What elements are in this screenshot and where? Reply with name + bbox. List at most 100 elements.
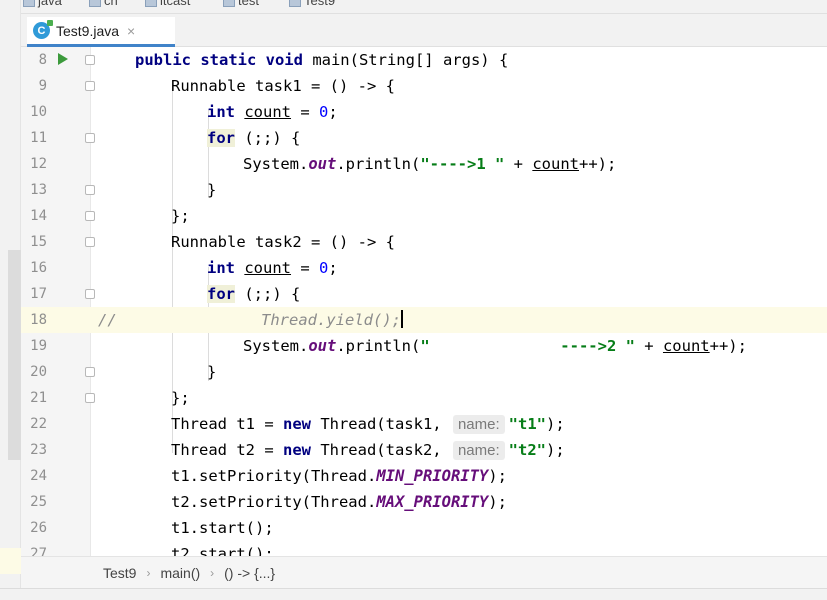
java-class-icon: C [33, 20, 53, 39]
fold-icon[interactable] [85, 55, 95, 65]
nav-crumb-cn[interactable]: cn [89, 0, 118, 8]
close-icon[interactable]: × [127, 23, 135, 39]
code-line: 20 } [21, 359, 827, 385]
code-text: Thread t2 = new Thread(task2, name: "t2")… [171, 441, 565, 460]
line-number: 26 [30, 520, 47, 536]
parameter-hint: name: [452, 441, 505, 460]
code-line: 25 t2.setPriority(Thread.MAX_PRIORITY); [21, 489, 827, 515]
code-line: 23 Thread t2 = new Thread(task2, name: "t… [21, 437, 827, 463]
code-line: 21 }; [21, 385, 827, 411]
folder-icon [89, 0, 101, 7]
code-line: 13 } [21, 177, 827, 203]
nav-crumb-test[interactable]: test [223, 0, 259, 8]
editor-tab-bar: C Test9.java × [21, 14, 827, 47]
comment-text: Thread.yield(); [261, 310, 403, 329]
breadcrumb-method[interactable]: main() [160, 565, 200, 581]
tool-strip-scrollbar[interactable] [8, 250, 21, 460]
code-text: public static void main(String[] args) { [135, 51, 509, 69]
line-number: 11 [30, 130, 47, 146]
folder-icon [145, 0, 157, 7]
code-text: } [207, 181, 217, 199]
nav-crumb-label: Test9 [304, 0, 336, 8]
code-line: 14 }; [21, 203, 827, 229]
code-text: Thread t1 = new Thread(task1, name: "t1")… [171, 415, 565, 434]
breadcrumb-lambda[interactable]: () -> {...} [224, 565, 275, 581]
nav-crumb-label: java [38, 0, 62, 8]
code-text: }; [171, 207, 190, 225]
line-number: 12 [30, 156, 47, 172]
class-icon [289, 0, 301, 7]
code-text: for (;;) { [207, 285, 301, 303]
line-number: 19 [30, 338, 47, 354]
code-line: 27 t2.start(); [21, 541, 827, 556]
run-icon[interactable] [58, 53, 68, 65]
fold-icon[interactable] [85, 185, 95, 195]
line-number: 13 [30, 182, 47, 198]
line-number: 21 [30, 390, 47, 406]
code-line: 19 System.out.println(" ---->2 " + count… [21, 333, 827, 359]
folder-icon [223, 0, 235, 7]
code-text: t2.start(); [171, 545, 274, 556]
code-line: 10 int count = 0; [21, 99, 827, 125]
nav-crumb-java[interactable]: java [23, 0, 62, 8]
nav-crumb-label: cn [104, 0, 118, 8]
fold-icon[interactable] [85, 81, 95, 91]
fold-icon[interactable] [85, 289, 95, 299]
text-caret [400, 310, 403, 328]
fold-icon[interactable] [85, 211, 95, 221]
line-number: 22 [30, 416, 47, 432]
left-tool-strip [0, 0, 21, 600]
line-number: 9 [38, 78, 47, 94]
line-number: 8 [38, 52, 47, 68]
fold-icon[interactable] [85, 393, 95, 403]
code-line: 24 t1.setPriority(Thread.MIN_PRIORITY); [21, 463, 827, 489]
code-text: System.out.println(" ---->2 " + count++)… [243, 337, 747, 355]
code-editor[interactable]: 8 public static void main(String[] args)… [21, 47, 827, 556]
code-line: 22 Thread t1 = new Thread(task1, name: "t… [21, 411, 827, 437]
code-text: // [98, 311, 117, 329]
line-number: 27 [30, 546, 47, 556]
fold-icon[interactable] [85, 237, 95, 247]
code-line: 17 for (;;) { [21, 281, 827, 307]
line-number: 25 [30, 494, 47, 510]
tab-test9-java[interactable]: C Test9.java × [27, 17, 175, 47]
navigation-bar: java cn itcast test Test9 [21, 0, 827, 14]
fold-icon[interactable] [85, 133, 95, 143]
code-line: 16 int count = 0; [21, 255, 827, 281]
line-number: 15 [30, 234, 47, 250]
code-line: 12 System.out.println("---->1 " + count+… [21, 151, 827, 177]
code-text: t1.start(); [171, 519, 274, 537]
code-line: 26 t1.start(); [21, 515, 827, 541]
code-text: int count = 0; [207, 259, 338, 277]
line-number: 16 [30, 260, 47, 276]
tab-label: Test9.java [56, 22, 120, 39]
fold-icon[interactable] [85, 367, 95, 377]
parameter-hint: name: [452, 415, 505, 434]
breadcrumb-class[interactable]: Test9 [103, 565, 136, 581]
code-text: for (;;) { [207, 129, 301, 147]
chevron-right-icon: › [146, 565, 151, 580]
line-number: 23 [30, 442, 47, 458]
code-text: Runnable task2 = () -> { [171, 233, 395, 251]
code-line: 15 Runnable task2 = () -> { [21, 229, 827, 255]
line-number: 18 [30, 312, 47, 328]
folder-icon [23, 0, 35, 7]
status-bar [0, 588, 827, 600]
line-number: 20 [30, 364, 47, 380]
chevron-right-icon: › [210, 565, 215, 580]
nav-crumb-label: itcast [160, 0, 191, 8]
code-text: t2.setPriority(Thread.MAX_PRIORITY); [171, 493, 507, 511]
code-text: int count = 0; [207, 103, 338, 121]
code-text: Runnable task1 = () -> { [171, 77, 395, 95]
line-number: 14 [30, 208, 47, 224]
nav-crumb-label: test [238, 0, 259, 8]
tool-strip-highlight [0, 548, 21, 574]
code-line: 9 Runnable task1 = () -> { [21, 73, 827, 99]
code-text: }; [171, 389, 190, 407]
nav-crumb-itcast[interactable]: itcast [145, 0, 190, 8]
nav-crumb-class[interactable]: Test9 [289, 0, 335, 8]
breadcrumb: Test9 › main() › () -> {...} [21, 556, 827, 588]
line-number: 10 [30, 104, 47, 120]
code-text: t1.setPriority(Thread.MIN_PRIORITY); [171, 467, 507, 485]
code-text: System.out.println("---->1 " + count++); [243, 155, 617, 173]
